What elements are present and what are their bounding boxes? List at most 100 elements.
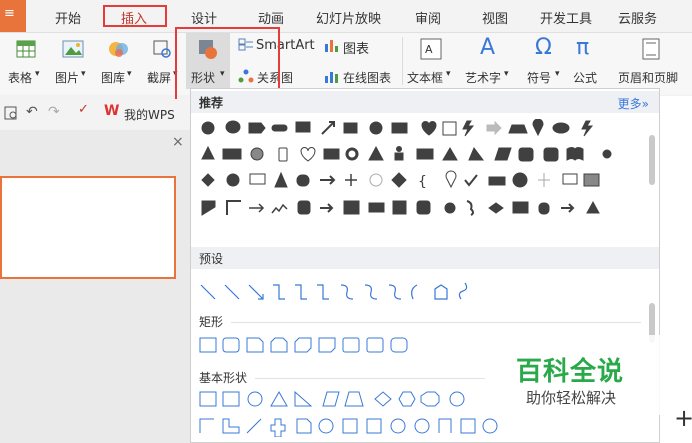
basic-parallelogram [322,391,340,407]
shape-rounded-rect [297,200,311,215]
my-wps-link[interactable]: 我的WPS [124,106,175,123]
shape-book [566,147,584,161]
connector-scribble [434,284,448,300]
rect-snip-diag [294,337,312,353]
tab-home[interactable]: 开始 [55,8,81,27]
tab-design[interactable]: 设计 [191,8,217,27]
watermark-logo: 百科全说 助你轻松解决 [490,335,660,415]
shape-rounded-square [518,147,534,162]
basic-diamond [374,391,392,407]
basic-bevel [366,418,382,434]
editing-canvas[interactable]: + [660,96,692,443]
screenshot-button[interactable]: 截屏 [147,69,171,86]
shape-rect-4 [368,202,385,213]
shape-group [343,200,360,215]
shape-question [512,172,528,188]
shape-arrow-4 [320,203,334,213]
connector-curve-2 [364,284,378,300]
basic-plaque [296,418,312,434]
textbox-icon: A [420,38,442,60]
textbox-button[interactable]: 文本框 [407,69,443,86]
chart-button[interactable]: 图表 [343,38,369,57]
shape-callout [225,120,241,134]
watermark-title: 百科全说 [516,357,625,387]
rect-snip-3 [318,337,336,353]
preview-icon[interactable] [4,106,18,120]
undo-icon[interactable]: ↶ [26,104,38,120]
shape-hexagon [201,173,215,187]
shape-donut [345,147,359,161]
basic-arc [438,418,452,433]
table-icon [16,40,36,58]
tab-developer[interactable]: 开发工具 [540,8,592,27]
shape-hand [466,200,474,216]
rect-round-4 [390,337,408,353]
preset-connectors-row[interactable] [199,281,499,305]
slide-thumbnail[interactable] [0,176,176,279]
arttext-button[interactable]: 艺术字 [465,69,501,86]
chevron-down-icon: ▾ [127,69,132,79]
shape-parallelogram [494,147,512,161]
shape-building [583,173,600,187]
tab-cloud[interactable]: 云服务 [618,8,657,27]
shape-lightning-2 [581,120,594,137]
shape-diamond [391,172,407,188]
shape-oval [201,121,215,135]
online-chart-button[interactable]: 在线图表 [343,69,391,86]
shape-person [394,152,404,161]
recommended-shapes-grid[interactable]: { [199,119,644,241]
redo-icon[interactable]: ↷ [48,104,60,120]
shape-right-arrow [486,120,502,136]
basic-smiley [482,418,498,434]
connector-elbow-2 [295,284,307,300]
tab-animation[interactable]: 动画 [258,8,284,27]
shape-triangle-6 [586,200,600,214]
basic-diagonal [246,418,262,434]
rect-label: 矩形 [199,315,224,329]
picture-icon [62,40,84,58]
format-painter-icon[interactable]: ✓ [78,102,89,117]
basic-vertical-textbox [222,391,240,407]
wps-menu-button[interactable]: ≡ [0,0,26,32]
chevron-down-icon: ▾ [504,69,509,79]
menu-icon: ≡ [4,6,15,21]
rect-shapes-row[interactable] [199,337,429,357]
picture-button[interactable]: 图片 [55,69,79,86]
formula-button[interactable]: 公式 [573,69,597,86]
basic-hexagon [398,391,416,407]
header-footer-button[interactable]: 页眉和页脚 [618,69,678,86]
omega-icon: Ω [535,35,552,60]
close-icon[interactable]: × [172,134,184,150]
shape-rounded-square-3 [416,200,431,215]
shape-rect [343,122,358,134]
basic-right-triangle [294,391,313,407]
arttext-icon: A [480,35,496,60]
basic-can [318,418,334,434]
gallery-icon [109,42,128,57]
connector-curve [340,284,354,300]
preset-label: 预设 [199,252,224,266]
basic-cube [342,418,358,434]
wps-logo-icon: W [104,103,120,119]
shape-pin-outline [445,170,457,189]
more-link[interactable]: 更多» [618,95,649,112]
tab-view[interactable]: 视图 [482,8,508,27]
basic-no-symbol [414,418,430,434]
recommend-label: 推荐 [199,96,224,110]
shape-zigzag [271,203,288,214]
shape-rect-3 [416,148,434,160]
table-button[interactable]: 表格 [8,69,32,86]
symbol-button[interactable]: 符号 [527,69,551,86]
ribbon-divider [402,37,403,85]
header-footer-icon [642,38,660,60]
basic-shapes-grid[interactable] [199,391,499,437]
tab-slideshow[interactable]: 幻灯片放映 [316,8,381,27]
dropdown-scrollbar[interactable] [649,135,655,185]
basic-shapes-label: 基本形状 [199,371,248,385]
shape-square-outline [442,121,457,136]
shape-pin [532,119,544,137]
tab-review[interactable]: 审阅 [415,8,441,27]
shape-heart-outline [300,147,316,162]
shape-triangle [201,145,215,160]
gallery-button[interactable]: 图库 [101,69,125,86]
